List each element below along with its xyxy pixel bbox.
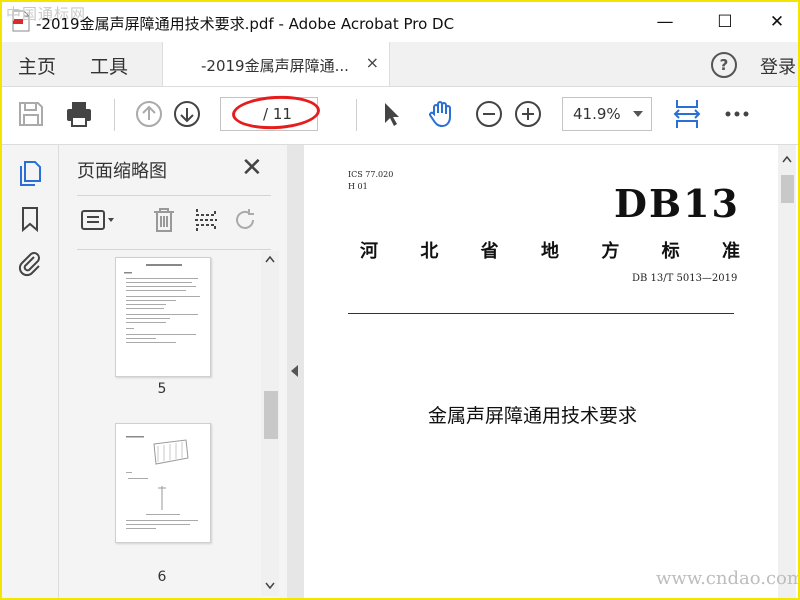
region-char: 河 — [360, 241, 378, 262]
scrollbar-thumb[interactable] — [781, 175, 794, 203]
page-thumbnails-icon[interactable] — [16, 159, 44, 187]
close-window-button[interactable]: ✕ — [754, 8, 798, 36]
thumbnail-options-icon[interactable] — [79, 205, 119, 235]
navigation-rail — [2, 145, 59, 598]
save-icon[interactable] — [16, 99, 46, 129]
region-char: 地 — [540, 241, 559, 262]
chevron-left-icon[interactable] — [291, 365, 298, 377]
document-title: 金属声屏障通用技术要求 — [428, 405, 638, 427]
thumbnail-panel: 页面缩略图 ✕ 5 6 — [59, 145, 287, 598]
login-button[interactable]: 登录 — [760, 53, 796, 79]
chevron-down-icon[interactable] — [633, 111, 643, 117]
page-thumbnail[interactable] — [115, 423, 211, 543]
region-char: 标 — [661, 241, 680, 262]
divider-line — [348, 313, 734, 314]
page-number-label: 6 — [157, 569, 167, 585]
standard-number: DB 13/T 5013—2019 — [632, 273, 738, 284]
toolbar: / 11 41.9% — [2, 87, 798, 145]
document-tab[interactable]: -2019金属声屏障通... × — [162, 42, 390, 86]
toolbar-separator — [114, 99, 115, 131]
page-number-label: 5 — [157, 381, 167, 397]
region-heading: 河 北 省 地 方 标 准 — [360, 237, 740, 263]
fit-page-icon[interactable] — [671, 97, 703, 131]
document-page: ICS 77.020 H 01 DB13 河 北 省 地 方 标 准 DB 13… — [304, 145, 778, 598]
region-char: 准 — [721, 241, 740, 262]
maximize-button[interactable]: ☐ — [702, 8, 748, 36]
panel-divider — [77, 249, 271, 250]
document-view[interactable]: ICS 77.020 H 01 DB13 河 北 省 地 方 标 准 DB 13… — [304, 145, 778, 598]
window-title: -2019金属声屏障通用技术要求.pdf - Adobe Acrobat Pro… — [36, 15, 455, 33]
document-scrollbar[interactable] — [778, 145, 796, 598]
title-bar: 中国通标网 -2019金属声屏障通用技术要求.pdf - Adobe Acrob… — [2, 2, 798, 42]
h-line: H 01 — [348, 182, 368, 191]
scrollbar-thumb[interactable] — [264, 391, 278, 439]
panel-title: 页面缩略图 — [77, 161, 167, 182]
hand-tool-icon[interactable] — [426, 99, 456, 129]
page-down-icon[interactable] — [172, 99, 202, 129]
page-thumbnail-preview — [126, 436, 198, 529]
panel-divider — [77, 195, 271, 196]
zoom-select[interactable]: 41.9% — [562, 97, 652, 131]
delete-page-icon[interactable] — [149, 205, 179, 235]
rotate-page-icon[interactable] — [231, 205, 261, 235]
zoom-value: 41.9% — [573, 105, 621, 123]
standard-code: DB13 — [614, 181, 740, 226]
select-arrow-icon[interactable] — [376, 99, 406, 129]
thumbnail-list: 5 6 — [59, 251, 259, 598]
chevron-down-icon[interactable] — [265, 582, 275, 590]
page-up-icon[interactable] — [134, 99, 164, 129]
ics-code: ICS 77.020 H 01 — [348, 169, 393, 193]
tab-home[interactable]: 主页 — [18, 52, 56, 79]
tab-row: 主页 工具 -2019金属声屏障通... × ? 登录 — [2, 42, 798, 87]
bookmarks-icon[interactable] — [16, 205, 44, 233]
print-icon[interactable] — [64, 99, 94, 129]
attachments-icon[interactable] — [16, 249, 44, 277]
panel-close-button[interactable]: ✕ — [241, 155, 263, 181]
more-icon[interactable] — [722, 99, 752, 129]
toolbar-separator — [356, 99, 357, 131]
zoom-out-icon[interactable] — [474, 99, 504, 129]
extract-page-icon[interactable] — [191, 205, 221, 235]
page-thumbnail[interactable] — [115, 257, 211, 377]
app-window: 中国通标网 -2019金属声屏障通用技术要求.pdf - Adobe Acrob… — [0, 0, 800, 600]
region-char: 省 — [480, 241, 499, 262]
ics-line: ICS 77.020 — [348, 170, 394, 179]
thumbnail-scrollbar[interactable] — [261, 251, 279, 596]
document-tab-label: -2019金属声屏障通... — [201, 57, 349, 75]
minimize-button[interactable]: — — [642, 8, 688, 36]
help-icon[interactable]: ? — [711, 52, 737, 78]
page-thumbnail-preview — [124, 264, 200, 343]
watermark-bottom: www.cndao.com — [656, 568, 800, 589]
region-char: 方 — [601, 241, 620, 262]
zoom-in-icon[interactable] — [513, 99, 543, 129]
chevron-up-icon[interactable] — [782, 155, 792, 163]
panel-collapse-handle[interactable] — [287, 145, 305, 598]
document-tab-close-button[interactable]: × — [366, 53, 379, 72]
chevron-up-icon[interactable] — [265, 255, 275, 263]
region-char: 北 — [420, 241, 439, 262]
tab-tools[interactable]: 工具 — [90, 52, 128, 79]
